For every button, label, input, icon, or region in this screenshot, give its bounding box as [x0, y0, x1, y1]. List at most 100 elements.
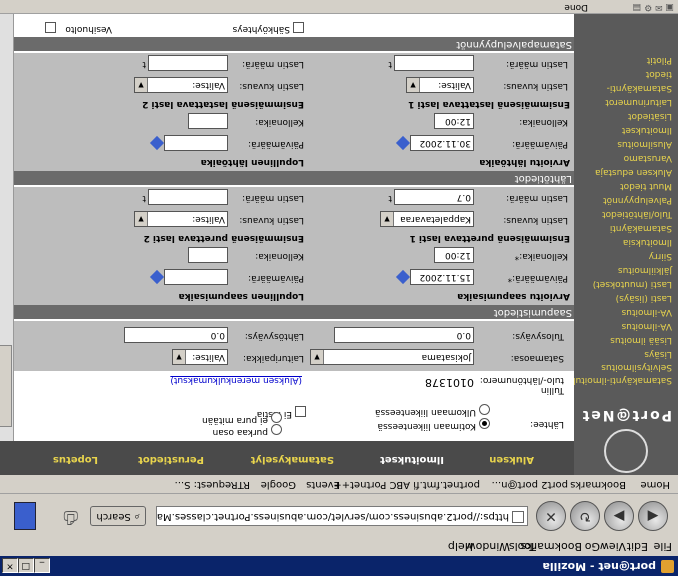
sidebar-link[interactable]: Ilmoituksia [578, 237, 672, 247]
ei-lastia-checkbox[interactable] [295, 406, 306, 417]
lop-lahto-time-input[interactable] [188, 113, 228, 129]
sidebar-link[interactable]: Lisätiedot [578, 111, 672, 121]
back-icon[interactable]: ◀ [638, 501, 668, 531]
sidebar-link[interactable]: Lasti (lisäys) [578, 293, 672, 303]
bookmark-abc-portnet[interactable]: ABC Portnet++ [333, 479, 410, 490]
lopullinen-lahto-label: Lopullinen lähtöaika [200, 157, 304, 167]
sidebar-link[interactable]: Muut tiedot [578, 181, 672, 191]
reload-icon[interactable]: ↻ [570, 501, 600, 531]
lahto-kuvaus-1-select[interactable]: Valitse: ▼ [406, 77, 474, 93]
sidebar-link[interactable]: Laiturinumerot [578, 97, 672, 107]
saap-maara-2-unit: t [142, 193, 146, 203]
lahto-maara-1-input[interactable] [394, 55, 474, 71]
vesihuolto-checkbox[interactable] [45, 22, 56, 33]
sidebar-link[interactable]: Pilotit [578, 55, 672, 65]
saap-date-input[interactable]: 15.11.2002 [410, 269, 474, 285]
bookmark-portnet-fmt[interactable]: portnet.fmt.fi [413, 479, 480, 490]
radio-ei-pura[interactable] [271, 412, 282, 423]
saap-kuvaus-2-select[interactable]: Valitse: ▼ [134, 211, 228, 227]
menu-file[interactable]: File [654, 540, 672, 553]
sidebar-link[interactable]: Jälkiilmoitus [578, 265, 672, 275]
close-icon[interactable]: × [2, 558, 18, 573]
sidebar-link[interactable]: Palvelupyynnöt [578, 195, 672, 205]
menu-window[interactable]: Window [467, 540, 510, 553]
bookmark-home[interactable]: Home [640, 479, 670, 490]
sidebar-link[interactable]: Alusilmoitus [578, 139, 672, 149]
form-area: Lähtee: Kotimaan liikenteessä Ulkomaan l… [12, 14, 574, 441]
radio-kotimaan-label: Kotimaan liikenteessä [377, 421, 476, 431]
laituripaikka-select[interactable]: Valitse: ▼ [172, 349, 228, 365]
minimize-icon[interactable]: _ [34, 558, 50, 573]
radio-purkaa[interactable] [271, 424, 282, 435]
lahto-paivamaara-label: Päivämäärä: [512, 139, 568, 149]
lahtosyvays-input[interactable]: 0.0 [124, 327, 228, 343]
menu-edit[interactable]: Edit [627, 540, 648, 553]
sidebar-link[interactable]: Satamakäynti [578, 223, 672, 233]
maximize-icon[interactable]: □ [18, 558, 34, 573]
sidebar-link[interactable]: Aluksen edustaja [578, 167, 672, 177]
lop-lahto-date-input[interactable] [164, 135, 228, 151]
print-icon[interactable]: ⎙ [48, 504, 78, 528]
lahto-time-input[interactable]: 12:00 [434, 113, 474, 129]
sidebar-link[interactable]: Lasti (muutokset) [578, 279, 672, 289]
tab-lopetus[interactable]: Lopetus [53, 454, 98, 465]
sidebar-link[interactable]: VA-ilmoitus [578, 307, 672, 317]
bookmark-google[interactable]: Google [261, 479, 296, 490]
satamaosa-select[interactable]: Jokisatama ▼ [310, 349, 474, 365]
saap-time-input[interactable]: 12:00 [434, 247, 474, 263]
tab-perustiedot[interactable]: Perustiedot [138, 454, 204, 465]
lahto-kuvaus-2-select[interactable]: Valitse: ▼ [134, 77, 228, 93]
sidebar-link[interactable]: Satamakäynti- [578, 83, 672, 93]
tullin-value: 0101378 [425, 376, 474, 389]
saap-maara-1-input[interactable]: 0.7 [394, 189, 474, 205]
lahto-maara-2-input[interactable] [148, 55, 228, 71]
radio-kotimaan[interactable] [479, 418, 490, 429]
sidebar-link[interactable]: tiedot [578, 69, 672, 79]
lop-saap-date-input[interactable] [164, 269, 228, 285]
sidebar-link[interactable]: Siirry [578, 251, 672, 261]
menu-tools[interactable]: Tools [509, 540, 536, 553]
bookmark-bookmarks[interactable]: Bookmarks [570, 479, 626, 490]
chevron-down-icon: ▼ [173, 350, 186, 364]
saap-kuvaus-1-label: Lastin kuvaus: [503, 215, 568, 225]
saap-kuvaus-2-label: Lastin kuvaus: [239, 215, 304, 225]
lahto-kuvaus-1-label: Lastin kuvaus: [503, 81, 568, 91]
search-button[interactable]: ⌕ Search [90, 506, 146, 526]
merenkulkumaksut-link[interactable]: (Aluksen merenkulkumaksut) [170, 375, 302, 385]
scrollbar-thumb[interactable] [0, 345, 12, 427]
menu-help[interactable]: Help [448, 540, 473, 553]
sidebar-link[interactable]: Lisää ilmoitus [578, 335, 672, 345]
bookmark-events[interactable]: Events [306, 479, 340, 490]
lahto-date-input[interactable]: 30.11.2002 [410, 135, 474, 151]
lopullinen-saapumis-label: Lopullinen saapumisaika [178, 291, 304, 301]
sidebar-link[interactable]: Satamakäynti-ilmoitukset [557, 375, 672, 385]
lop-saap-time-input[interactable] [188, 247, 228, 263]
bookmark-rtrequest[interactable]: RTRequest: S... [175, 479, 250, 490]
stop-icon[interactable]: ✕ [536, 501, 566, 531]
lop-lahto-kellonaika-label: Kellonaika: [255, 117, 304, 127]
vertical-scrollbar[interactable] [0, 14, 14, 441]
sidebar-link[interactable]: Varustamo [578, 153, 672, 163]
menu-go[interactable]: Go [585, 540, 600, 553]
sidebar-link[interactable]: Lisäys [578, 349, 672, 359]
tab-ilmoitukset[interactable]: Ilmoitukset [380, 454, 444, 465]
tab-satamakyselyt[interactable]: Satamakyselyt [251, 454, 334, 465]
sidebar-link[interactable]: Selvitysilmoitus [578, 362, 672, 372]
bookmark-port2[interactable]: port2 port@n... [492, 479, 568, 490]
tulosyvays-input[interactable]: 0.0 [334, 327, 474, 343]
saap-maara-2-input[interactable] [148, 189, 228, 205]
saap-kuvaus-1-select[interactable]: Kappaletavaraa ▼ [380, 211, 474, 227]
forward-icon[interactable]: ▶ [604, 501, 634, 531]
menu-view[interactable]: View [600, 540, 626, 553]
url-input[interactable]: https://port2.abusiness.com/servlet/com.… [156, 506, 528, 526]
mozilla-throbber-icon [14, 502, 36, 530]
sidebar-link[interactable]: Ilmoitukset [578, 125, 672, 135]
sahkoyhteys-checkbox[interactable] [293, 22, 304, 33]
tab-aluksen[interactable]: Aluksen [489, 454, 534, 465]
radio-ulkomaan[interactable] [479, 404, 490, 415]
saapumistiedot-header: Saapumistiedot [12, 305, 574, 319]
saap-kuvaus-2-value: Valitse: [192, 214, 225, 224]
sidebar-link[interactable]: Tulo/lähtötiedot [578, 209, 672, 219]
sidebar-link[interactable]: VA-ilmoitus [578, 321, 672, 331]
satamaosa-label: Satamaosa: [510, 353, 564, 363]
